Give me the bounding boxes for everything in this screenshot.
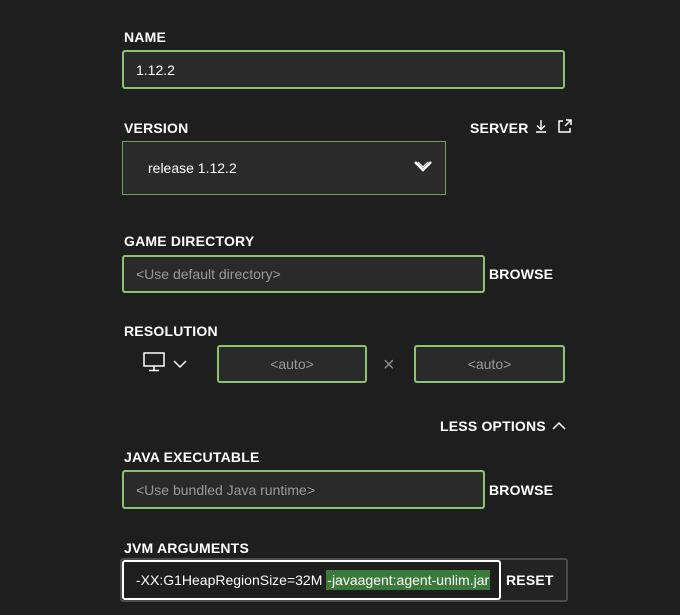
resolution-height-input[interactable]: <auto>	[414, 345, 565, 383]
chevron-down-icon	[413, 159, 433, 176]
game-directory-label: GAME DIRECTORY	[124, 233, 255, 249]
resolution-label: RESOLUTION	[124, 323, 218, 339]
name-label: NAME	[124, 29, 167, 45]
server-download-button[interactable]: SERVER	[470, 118, 573, 137]
java-executable-label: JAVA EXECUTABLE	[124, 449, 260, 465]
less-options-label: LESS OPTIONS	[440, 418, 546, 434]
jvm-arguments-input[interactable]: -XX:G1HeapRegionSize=32M -javaagent:agen…	[122, 560, 501, 600]
game-directory-browse-button[interactable]: BROWSE	[489, 266, 553, 282]
name-input[interactable]: 1.12.2	[122, 50, 565, 89]
server-label: SERVER	[470, 119, 529, 136]
chevron-down-icon	[173, 356, 187, 372]
download-icon	[535, 119, 547, 136]
jvm-arguments-text: -XX:G1HeapRegionSize=32M	[136, 572, 327, 588]
monitor-icon	[143, 352, 165, 375]
external-link-icon[interactable]	[557, 118, 573, 137]
java-executable-input[interactable]: <Use bundled Java runtime>	[122, 470, 485, 509]
less-options-button[interactable]: LESS OPTIONS	[440, 418, 566, 434]
jvm-arguments-label: JVM ARGUMENTS	[124, 540, 249, 556]
resolution-separator: ×	[383, 354, 395, 376]
chevron-up-icon	[552, 418, 566, 434]
version-select[interactable]: release 1.12.2	[122, 141, 446, 195]
resolution-preset-dropdown[interactable]	[143, 352, 187, 375]
java-executable-browse-button[interactable]: BROWSE	[489, 482, 553, 498]
jvm-arguments-selected-text: -javaagent:agent-unlim.jar	[326, 570, 491, 590]
resolution-width-input[interactable]: <auto>	[217, 345, 367, 383]
version-label: VERSION	[124, 120, 189, 136]
version-selected-value: release 1.12.2	[148, 160, 237, 176]
jvm-arguments-reset-button[interactable]: RESET	[506, 572, 554, 588]
game-directory-input[interactable]: <Use default directory>	[122, 255, 485, 293]
